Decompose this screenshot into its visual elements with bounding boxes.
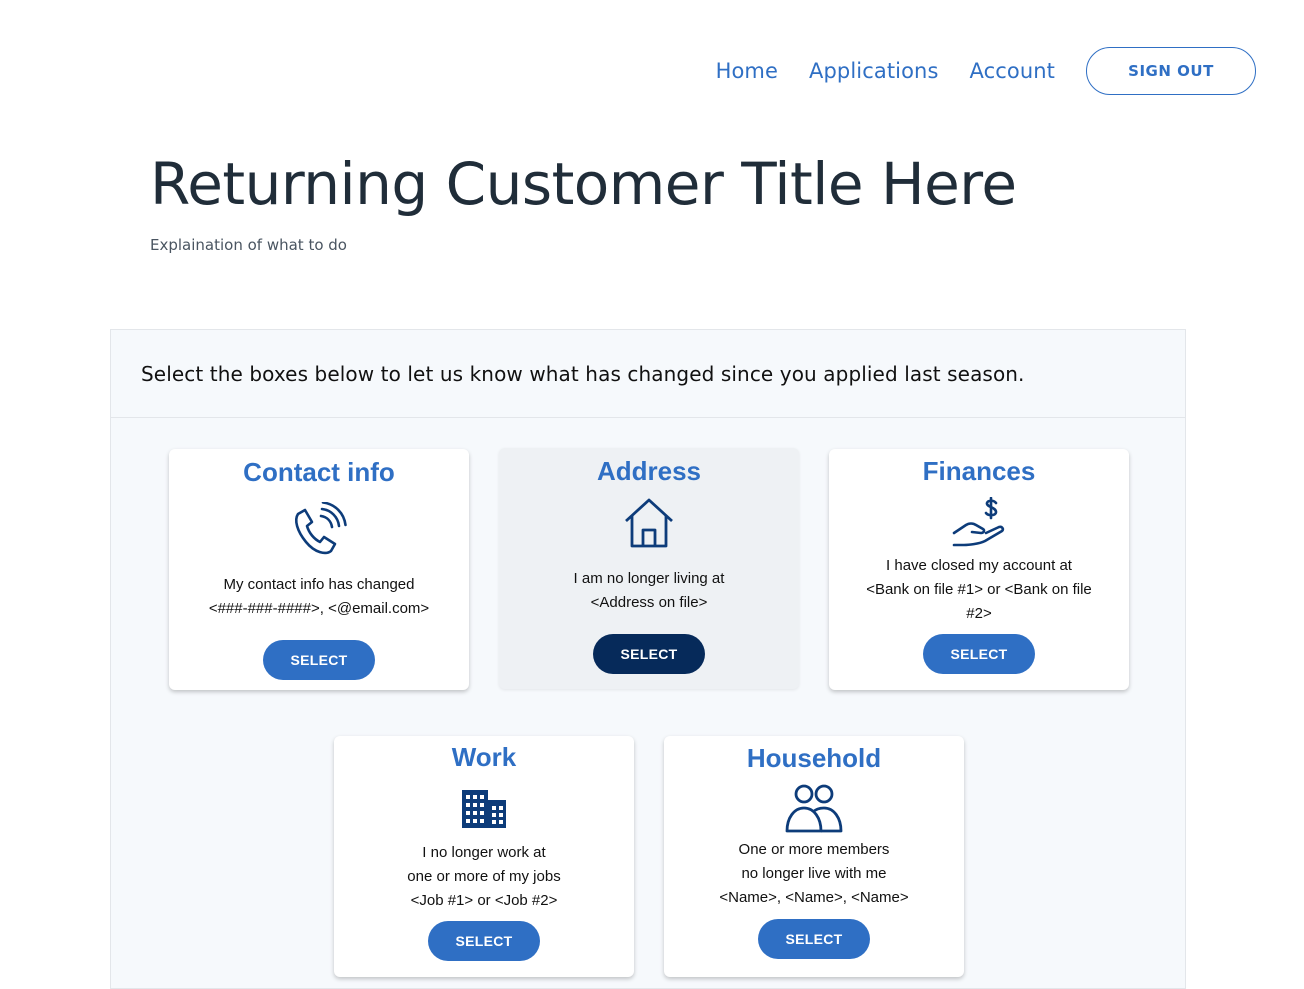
- panel-prompt: Select the boxes below to let us know wh…: [141, 361, 1025, 386]
- changes-panel: Select the boxes below to let us know wh…: [110, 329, 1186, 989]
- phone-ringing-icon: [290, 501, 348, 561]
- select-address-button[interactable]: SELECT: [593, 634, 705, 674]
- card-text-line: <###-###-####>, <@email.com>: [208, 600, 430, 617]
- card-text-line: I am no longer living at: [573, 570, 725, 587]
- card-work[interactable]: Work I no longer work at one or more of …: [334, 736, 634, 977]
- page-title: Returning Customer Title Here: [150, 150, 1017, 218]
- card-text-line: #2>: [966, 605, 992, 622]
- house-icon: [623, 497, 675, 554]
- card-text-line: <Address on file>: [590, 594, 708, 611]
- select-household-button[interactable]: SELECT: [758, 919, 870, 959]
- top-nav: Home Applications Account SIGN OUT: [716, 47, 1256, 95]
- card-title: Contact info: [243, 457, 395, 487]
- card-text-line: no longer live with me: [741, 865, 887, 882]
- page-subtitle: Explaination of what to do: [150, 236, 347, 254]
- nav-applications-link[interactable]: Applications: [809, 59, 938, 83]
- card-text-line: I no longer work at: [422, 844, 546, 861]
- office-building-icon: [462, 790, 506, 833]
- hand-dollar-icon: [952, 496, 1006, 556]
- card-finances[interactable]: Finances I have closed my account at <Ba…: [829, 449, 1129, 690]
- card-text-line: one or more of my jobs: [407, 868, 561, 885]
- select-work-button[interactable]: SELECT: [428, 921, 540, 961]
- select-finances-button[interactable]: SELECT: [923, 634, 1035, 674]
- card-household[interactable]: Household One or more members no longer …: [664, 736, 964, 977]
- card-text-line: I have closed my account at: [886, 557, 1072, 574]
- card-address[interactable]: Address I am no longer living at <Addres…: [499, 448, 799, 689]
- card-description: I no longer work at one or more of my jo…: [354, 841, 614, 913]
- card-title: Work: [451, 742, 517, 772]
- nav-account-link[interactable]: Account: [970, 59, 1056, 83]
- panel-header: Select the boxes below to let us know wh…: [111, 330, 1185, 418]
- card-description: I am no longer living at <Address on fil…: [519, 567, 779, 615]
- card-title: Address: [596, 456, 702, 486]
- card-description: One or more members no longer live with …: [684, 838, 944, 910]
- card-text-line: <Bank on file #1> or <Bank on file: [866, 581, 1092, 598]
- nav-home-link[interactable]: Home: [716, 59, 778, 83]
- card-contact-info[interactable]: Contact info My contact info has changed…: [169, 449, 469, 690]
- card-text-line: <Name>, <Name>, <Name>: [719, 889, 909, 906]
- people-icon: [785, 784, 843, 839]
- select-contact-info-button[interactable]: SELECT: [263, 640, 375, 680]
- card-text-line: <Job #1> or <Job #2>: [410, 892, 558, 909]
- card-title: Household: [746, 743, 882, 773]
- card-text-line: My contact info has changed: [223, 576, 415, 593]
- card-description: My contact info has changed <###-###-###…: [189, 573, 449, 621]
- card-title: Finances: [922, 456, 1036, 486]
- card-description: I have closed my account at <Bank on fil…: [849, 554, 1109, 626]
- card-text-line: One or more members: [738, 841, 890, 858]
- sign-out-button[interactable]: SIGN OUT: [1086, 47, 1256, 95]
